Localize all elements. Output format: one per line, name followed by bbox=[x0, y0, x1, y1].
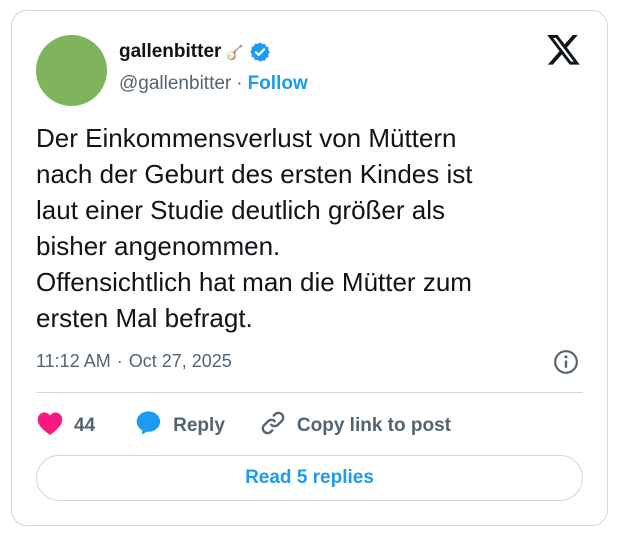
timestamp-row[interactable]: 11:12 AM · Oct 27, 2025 bbox=[36, 351, 232, 372]
like-count: 44 bbox=[74, 415, 96, 436]
reply-bubble-icon bbox=[135, 410, 163, 442]
author-name[interactable]: gallenbitter bbox=[119, 41, 221, 63]
reply-label: Reply bbox=[173, 415, 225, 436]
verified-badge-icon bbox=[249, 41, 271, 63]
tweet-line: bisher angenommen. bbox=[36, 231, 281, 261]
tweet-line: laut einer Studie deutlich größer als bbox=[36, 195, 446, 225]
reply-button[interactable]: Reply bbox=[135, 410, 225, 442]
divider bbox=[36, 392, 583, 393]
heart-icon bbox=[36, 410, 64, 442]
x-logo-icon[interactable] bbox=[547, 35, 581, 71]
avatar[interactable] bbox=[36, 35, 107, 106]
author-name-row: gallenbitter 🪕 bbox=[119, 41, 271, 63]
read-replies-label: Read 5 replies bbox=[245, 467, 374, 488]
tweet-time: 11:12 AM bbox=[36, 351, 111, 371]
handle-separator: · bbox=[236, 73, 243, 94]
handle-row: @gallenbitter · Follow bbox=[119, 73, 308, 95]
link-icon bbox=[259, 409, 287, 443]
tweet-text: Der Einkommensverlust von Müttern nach d… bbox=[36, 120, 581, 336]
tweet-date: Oct 27, 2025 bbox=[128, 351, 232, 371]
tweet-line: nach der Geburt des ersten Kindes ist bbox=[36, 159, 473, 189]
tweet-line: Der Einkommensverlust von Müttern bbox=[36, 123, 457, 153]
timestamp-separator: · bbox=[116, 351, 123, 371]
follow-button[interactable]: Follow bbox=[248, 73, 308, 95]
info-icon[interactable] bbox=[553, 349, 579, 380]
tweet-line: Offensichtlich hat man die Mütter zum bbox=[36, 267, 472, 297]
like-button[interactable]: 44 bbox=[36, 410, 95, 442]
tweet-line: ersten Mal befragt. bbox=[36, 303, 253, 333]
copy-link-button[interactable]: Copy link to post bbox=[259, 409, 451, 443]
read-replies-button[interactable]: Read 5 replies bbox=[36, 455, 583, 501]
author-name-suffix: 🪕 bbox=[226, 43, 244, 60]
author-handle[interactable]: @gallenbitter bbox=[119, 73, 231, 95]
tweet-card: gallenbitter 🪕 @gallenbitter · Follow De… bbox=[11, 10, 608, 526]
action-bar: 44 Reply Copy link to post bbox=[36, 409, 451, 443]
copy-link-label: Copy link to post bbox=[296, 415, 451, 436]
